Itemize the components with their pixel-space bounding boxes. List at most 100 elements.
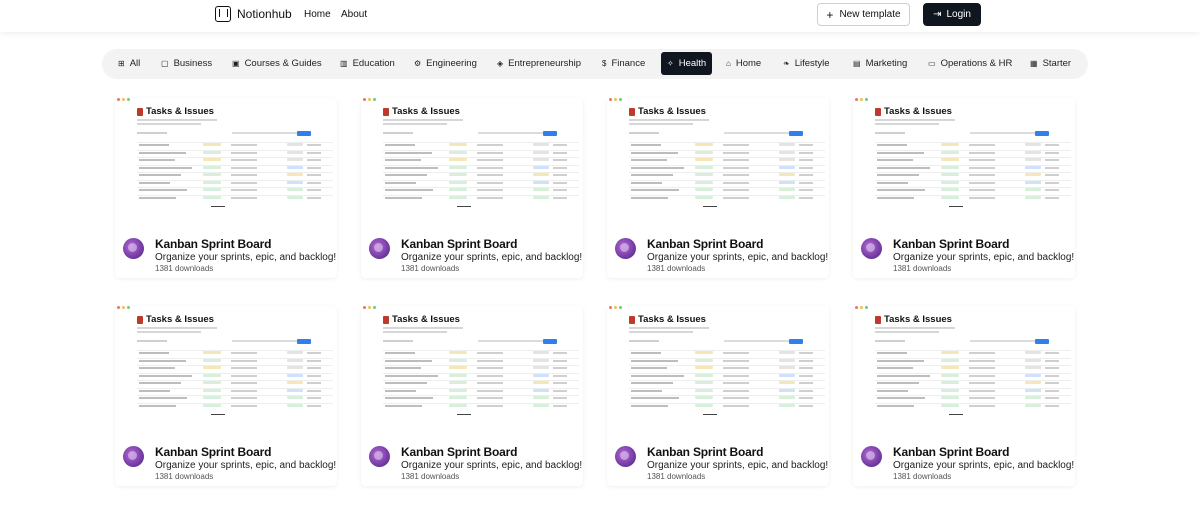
- category-entrepreneurship[interactable]: ◈ Entrepreneurship: [491, 52, 587, 75]
- grid-icon: ⊞: [118, 58, 125, 68]
- login-button[interactable]: ⇥ Login: [923, 3, 981, 26]
- template-title[interactable]: Kanban Sprint Board: [401, 237, 517, 251]
- brand-logo[interactable]: Notionhub: [215, 6, 292, 22]
- thumb-toolbar: [629, 131, 817, 136]
- window-dots: [855, 98, 868, 101]
- category-health[interactable]: ✧ Health: [661, 52, 713, 75]
- bar-chart-icon: ▤: [853, 58, 861, 68]
- thumb-table-row: [629, 387, 825, 392]
- template-thumbnail[interactable]: Tasks & Issues: [115, 306, 337, 433]
- template-card[interactable]: Tasks & Issues Kanban Sprint Board Organiz…: [361, 98, 583, 278]
- pin-icon: [875, 315, 881, 324]
- template-thumbnail[interactable]: Tasks & Issues: [361, 306, 583, 433]
- template-card[interactable]: Tasks & Issues Kanban Sprint Board Organiz…: [361, 306, 583, 486]
- category-lifestyle[interactable]: ❧ Lifestyle: [777, 52, 836, 75]
- category-courses-guides[interactable]: ▣ Courses & Guides: [226, 52, 328, 75]
- thumb-table-row: [383, 172, 579, 176]
- top-header: Notionhub Home About + New template ⇥ Lo…: [0, 0, 1200, 32]
- briefcase-icon: ▢: [161, 58, 169, 68]
- thumb-table-row: [629, 149, 825, 154]
- window-dots: [117, 98, 130, 101]
- category-marketing[interactable]: ▤ Marketing: [847, 52, 913, 75]
- template-title[interactable]: Kanban Sprint Board: [155, 445, 271, 459]
- template-thumbnail[interactable]: Tasks & Issues: [361, 98, 583, 225]
- thumbnail-title: Tasks & Issues: [875, 106, 952, 117]
- category-operations-hr[interactable]: ▭ Operations & HR: [922, 52, 1018, 75]
- template-thumbnail[interactable]: Tasks & Issues: [853, 98, 1075, 225]
- template-card[interactable]: Tasks & Issues Kanban Sprint Board Organiz…: [853, 306, 1075, 486]
- nav-home-link[interactable]: Home: [304, 9, 331, 20]
- category-education[interactable]: ▥ Education: [334, 52, 401, 75]
- template-title[interactable]: Kanban Sprint Board: [647, 237, 763, 251]
- thumbnail-title: Tasks & Issues: [629, 106, 706, 117]
- thumb-table-row: [383, 387, 579, 392]
- template-card[interactable]: Tasks & Issues Kanban Sprint Board Organiz…: [115, 306, 337, 486]
- category-label: Entrepreneurship: [508, 58, 582, 69]
- category-label: Health: [678, 58, 707, 69]
- template-title[interactable]: Kanban Sprint Board: [647, 445, 763, 459]
- download-count: 1381 downloads: [893, 472, 952, 481]
- folder-icon: ▭: [928, 58, 936, 68]
- thumb-toolbar: [875, 131, 1063, 136]
- template-card[interactable]: Tasks & Issues Kanban Sprint Board Organiz…: [115, 98, 337, 278]
- thumb-table-row: [875, 357, 1071, 362]
- package-icon: ▦: [1030, 58, 1038, 68]
- thumb-toolbar: [137, 339, 325, 344]
- new-template-button[interactable]: + New template: [817, 3, 910, 26]
- category-business[interactable]: ▢ Business: [155, 52, 218, 75]
- thumb-table-row: [629, 402, 825, 407]
- thumb-table-row: [629, 350, 825, 354]
- leaf-icon: ❧: [783, 58, 790, 68]
- thumb-table-row: [629, 164, 825, 169]
- category-label: Finance: [611, 58, 646, 69]
- window-dots: [609, 306, 622, 309]
- template-card[interactable]: Tasks & Issues Kanban Sprint Board Organiz…: [853, 98, 1075, 278]
- thumb-table-row: [875, 402, 1071, 407]
- thumb-table-row: [875, 350, 1071, 354]
- template-thumbnail[interactable]: Tasks & Issues: [853, 306, 1075, 433]
- category-finance[interactable]: $ Finance: [596, 52, 651, 75]
- thumb-table-row: [137, 187, 333, 191]
- book-icon: ▣: [232, 58, 240, 68]
- template-description: Organize your sprints, epic, and backlog…: [155, 252, 337, 263]
- thumb-table-row: [875, 179, 1071, 184]
- template-card[interactable]: Tasks & Issues Kanban Sprint Board Organiz…: [607, 306, 829, 486]
- template-thumbnail[interactable]: Tasks & Issues: [115, 98, 337, 225]
- thumb-table-row: [629, 365, 825, 369]
- thumb-table-row: [137, 149, 333, 154]
- thumb-table-row: [875, 372, 1071, 377]
- category-starter[interactable]: ▦ Starter: [1024, 52, 1077, 75]
- thumbnail-title: Tasks & Issues: [875, 314, 952, 325]
- heart-pulse-icon: ✧: [667, 58, 674, 68]
- category-engineering[interactable]: ⚙ Engineering: [408, 52, 483, 75]
- thumb-table-row: [383, 380, 579, 384]
- category-all[interactable]: ⊞ All: [112, 52, 146, 75]
- plus-icon: +: [826, 7, 834, 22]
- category-label: Engineering: [426, 58, 477, 69]
- category-label: Lifestyle: [794, 58, 830, 69]
- template-title[interactable]: Kanban Sprint Board: [893, 445, 1009, 459]
- thumb-table-row: [629, 380, 825, 384]
- category-home[interactable]: ⌂ Home: [720, 52, 767, 75]
- thumb-table-row: [137, 179, 333, 184]
- thumb-table-row: [383, 187, 579, 191]
- template-thumbnail[interactable]: Tasks & Issues: [607, 306, 829, 433]
- thumb-toolbar: [629, 339, 817, 344]
- template-title[interactable]: Kanban Sprint Board: [401, 445, 517, 459]
- login-label: Login: [946, 9, 971, 20]
- thumb-table-row: [875, 157, 1071, 161]
- author-avatar: [615, 238, 636, 259]
- thumb-table-row: [383, 372, 579, 377]
- template-title[interactable]: Kanban Sprint Board: [893, 237, 1009, 251]
- window-dots: [609, 98, 622, 101]
- thumb-table-row: [629, 372, 825, 377]
- template-title[interactable]: Kanban Sprint Board: [155, 237, 271, 251]
- thumb-table-row: [875, 164, 1071, 169]
- rocket-icon: ◈: [497, 58, 504, 68]
- nav-about-link[interactable]: About: [341, 9, 367, 20]
- author-avatar: [861, 446, 882, 467]
- notion-logo-icon: [215, 6, 231, 22]
- thumb-table-row: [629, 179, 825, 184]
- template-card[interactable]: Tasks & Issues Kanban Sprint Board Organiz…: [607, 98, 829, 278]
- template-thumbnail[interactable]: Tasks & Issues: [607, 98, 829, 225]
